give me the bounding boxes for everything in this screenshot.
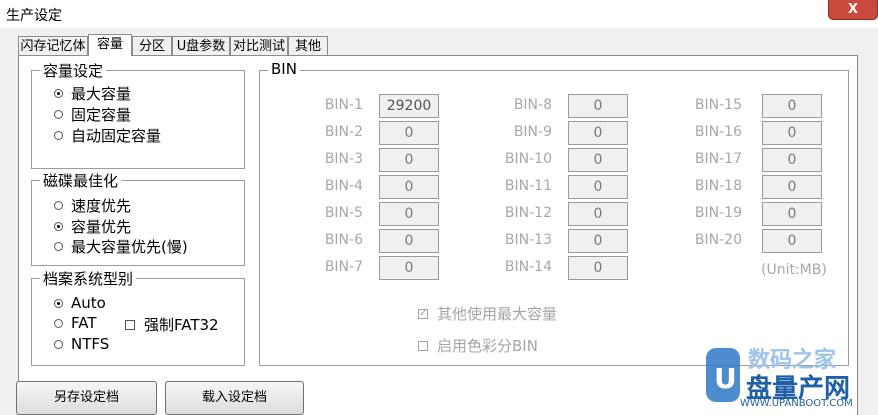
tab-capacity[interactable]: 容量: [88, 34, 132, 56]
bin-11-input[interactable]: 0: [568, 175, 628, 199]
bin-6-input[interactable]: 0: [379, 229, 439, 253]
checkbox-use-max-capacity[interactable]: ✓ 其他使用最大容量: [418, 303, 557, 324]
bin-13-label: BIN-13: [504, 232, 552, 248]
bin-4-input[interactable]: 0: [379, 175, 439, 199]
radio-auto-fixed-capacity[interactable]: 自动固定容量: [54, 125, 161, 146]
bin-18-input[interactable]: 0: [762, 175, 822, 199]
radio-fs-fat[interactable]: FAT: [54, 314, 97, 332]
bin-4-label: BIN-4: [324, 178, 363, 194]
production-settings-window: 生产设定 X 闪存记忆体 容量 分区 U盘参数 对比测试 其他 容量设定 最大容…: [0, 0, 878, 415]
bin-10-input[interactable]: 0: [568, 148, 628, 172]
bin-19-label: BIN-19: [694, 205, 742, 221]
bin-20-label: BIN-20: [694, 232, 742, 248]
bin-14-input[interactable]: 0: [568, 256, 628, 280]
radio-max-capacity[interactable]: 最大容量: [54, 83, 131, 104]
radio-icon[interactable]: [54, 131, 63, 140]
capacity-setting-group: 容量设定 最大容量 固定容量 自动固定容量: [31, 60, 245, 169]
tab-compare-test[interactable]: 对比测试: [230, 36, 288, 55]
checkbox-icon[interactable]: [418, 340, 428, 351]
bin-13-input[interactable]: 0: [568, 229, 628, 253]
bin-20-input[interactable]: 0: [762, 229, 822, 253]
bin-2-input[interactable]: 0: [379, 121, 439, 145]
radio-icon[interactable]: [54, 242, 63, 251]
title-bar: 生产设定 X: [0, 0, 878, 28]
bin-3-label: BIN-3: [324, 151, 363, 167]
filesystem-type-group: 档案系统型别 Auto FAT 强制FAT32 NTFS: [31, 268, 245, 366]
bin-17-input[interactable]: 0: [762, 148, 822, 172]
radio-icon[interactable]: [54, 110, 63, 119]
bin-11-label: BIN-11: [504, 178, 552, 194]
bin-12-label: BIN-12: [504, 205, 552, 221]
bin-7-label: BIN-7: [324, 259, 363, 275]
bin-title: BIN: [268, 60, 300, 78]
save-as-settings-button[interactable]: 另存设定档: [16, 381, 157, 415]
radio-selected-icon[interactable]: [54, 222, 63, 231]
tab-flash-memory[interactable]: 闪存记忆体: [18, 36, 88, 55]
bin-group: BIN BIN-1 29200 BIN-2 0 BIN-3 0 BIN-4 0 …: [259, 60, 849, 366]
bin-8-label: BIN-8: [513, 97, 552, 113]
radio-icon[interactable]: [54, 201, 63, 210]
bin-15-label: BIN-15: [694, 97, 742, 113]
bin-5-label: BIN-5: [324, 205, 363, 221]
watermark-site: WWW.UPANBOOT.COM: [740, 398, 853, 409]
bin-17-label: BIN-17: [694, 151, 742, 167]
tab-udisk-params[interactable]: U盘参数: [172, 36, 230, 55]
disk-optimize-title: 磁碟最佳化: [40, 170, 122, 191]
radio-capacity-priority[interactable]: 容量优先: [54, 216, 131, 237]
radio-fs-auto[interactable]: Auto: [54, 294, 106, 312]
radio-selected-icon[interactable]: [54, 298, 63, 308]
bin-15-input[interactable]: 0: [762, 94, 822, 118]
radio-speed-priority[interactable]: 速度优先: [54, 195, 131, 216]
tab-partition[interactable]: 分区: [132, 36, 172, 55]
bin-9-label: BIN-9: [513, 124, 552, 140]
bin-10-label: BIN-10: [504, 151, 552, 167]
bin-12-input[interactable]: 0: [568, 202, 628, 226]
bin-3-input[interactable]: 0: [379, 148, 439, 172]
bin-19-input[interactable]: 0: [762, 202, 822, 226]
filesystem-type-title: 档案系统型别: [40, 268, 137, 289]
bin-5-input[interactable]: 0: [379, 202, 439, 226]
bin-14-label: BIN-14: [504, 259, 552, 275]
bin-9-input[interactable]: 0: [568, 121, 628, 145]
bin-16-input[interactable]: 0: [762, 121, 822, 145]
close-button[interactable]: X: [828, 0, 878, 20]
window-title: 生产设定: [6, 8, 62, 24]
svg-text:U: U: [714, 362, 737, 395]
checkbox-force-fat32[interactable]: 强制FAT32: [125, 314, 219, 335]
bin-7-input[interactable]: 0: [379, 256, 439, 280]
capacity-setting-title: 容量设定: [40, 60, 107, 81]
checkbox-color-bin[interactable]: 启用色彩分BIN: [418, 335, 538, 356]
tab-other[interactable]: 其他: [288, 36, 328, 55]
radio-max-capacity-priority-slow[interactable]: 最大容量优先(慢): [54, 236, 188, 257]
bin-6-label: BIN-6: [324, 232, 363, 248]
bin-18-label: BIN-18: [694, 178, 742, 194]
radio-fixed-capacity[interactable]: 固定容量: [54, 104, 131, 125]
radio-fs-ntfs[interactable]: NTFS: [54, 335, 109, 353]
radio-selected-icon[interactable]: [54, 89, 63, 98]
load-settings-button[interactable]: 载入设定档: [165, 381, 304, 415]
disk-optimize-group: 磁碟最佳化 速度优先 容量优先 最大容量优先(慢): [31, 170, 245, 266]
checkbox-icon[interactable]: [125, 319, 135, 330]
radio-icon[interactable]: [54, 318, 63, 328]
bin-2-label: BIN-2: [324, 124, 363, 140]
checkbox-checked-icon[interactable]: ✓: [418, 308, 428, 319]
unit-label: (Unit:MB): [761, 262, 827, 278]
bin-1-label: BIN-1: [324, 97, 363, 113]
site-watermark: U 数码之家 盘量产网 WWW.UPANBOOT.COM: [700, 330, 878, 415]
bin-8-input[interactable]: 0: [568, 94, 628, 118]
bin-1-input[interactable]: 29200: [379, 94, 439, 118]
bin-16-label: BIN-16: [694, 124, 742, 140]
radio-icon[interactable]: [54, 339, 63, 349]
